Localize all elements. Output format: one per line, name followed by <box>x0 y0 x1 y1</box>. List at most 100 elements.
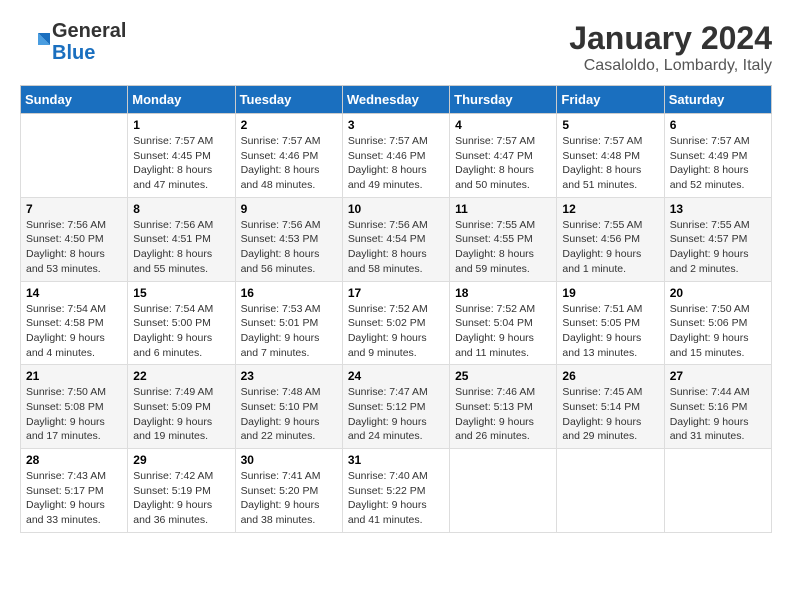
calendar-cell: 28 Sunrise: 7:43 AMSunset: 5:17 PMDayligh… <box>21 449 128 533</box>
day-number: 9 <box>241 202 337 216</box>
day-info: Sunrise: 7:56 AMSunset: 4:50 PMDaylight:… <box>26 218 122 277</box>
calendar-cell: 24 Sunrise: 7:47 AMSunset: 5:12 PMDayligh… <box>342 365 449 449</box>
day-info: Sunrise: 7:57 AMSunset: 4:49 PMDaylight:… <box>670 134 766 193</box>
day-info: Sunrise: 7:46 AMSunset: 5:13 PMDaylight:… <box>455 385 551 444</box>
day-info: Sunrise: 7:56 AMSunset: 4:54 PMDaylight:… <box>348 218 444 277</box>
logo-text-blue: Blue <box>52 42 126 64</box>
calendar-cell: 30 Sunrise: 7:41 AMSunset: 5:20 PMDayligh… <box>235 449 342 533</box>
day-info: Sunrise: 7:43 AMSunset: 5:17 PMDaylight:… <box>26 469 122 528</box>
day-info: Sunrise: 7:57 AMSunset: 4:45 PMDaylight:… <box>133 134 229 193</box>
calendar-cell: 25 Sunrise: 7:46 AMSunset: 5:13 PMDayligh… <box>450 365 557 449</box>
day-info: Sunrise: 7:52 AMSunset: 5:04 PMDaylight:… <box>455 302 551 361</box>
weekday-header-sunday: Sunday <box>21 86 128 114</box>
calendar-cell: 6 Sunrise: 7:57 AMSunset: 4:49 PMDaylight… <box>664 114 771 198</box>
calendar-cell: 13 Sunrise: 7:55 AMSunset: 4:57 PMDayligh… <box>664 197 771 281</box>
day-info: Sunrise: 7:57 AMSunset: 4:46 PMDaylight:… <box>241 134 337 193</box>
day-info: Sunrise: 7:57 AMSunset: 4:48 PMDaylight:… <box>562 134 658 193</box>
day-number: 19 <box>562 286 658 300</box>
calendar-cell: 22Sunrise: 7:49 AMSunset: 5:09 PMDayligh… <box>128 365 235 449</box>
calendar-cell: 3Sunrise: 7:57 AMSunset: 4:46 PMDaylight… <box>342 114 449 198</box>
day-info: Sunrise: 7:54 AMSunset: 5:00 PMDaylight:… <box>133 302 229 361</box>
calendar-week-row: 28 Sunrise: 7:43 AMSunset: 5:17 PMDayligh… <box>21 449 772 533</box>
day-info: Sunrise: 7:47 AMSunset: 5:12 PMDaylight:… <box>348 385 444 444</box>
logo-text-general: General <box>52 20 126 42</box>
day-number: 13 <box>670 202 766 216</box>
calendar-cell: 7 Sunrise: 7:56 AMSunset: 4:50 PMDaylight… <box>21 197 128 281</box>
calendar-cell: 26Sunrise: 7:45 AMSunset: 5:14 PMDayligh… <box>557 365 664 449</box>
day-info: Sunrise: 7:50 AMSunset: 5:08 PMDaylight:… <box>26 385 122 444</box>
weekday-header-saturday: Saturday <box>664 86 771 114</box>
day-number: 5 <box>562 118 658 132</box>
calendar-week-row: 21 Sunrise: 7:50 AMSunset: 5:08 PMDayligh… <box>21 365 772 449</box>
title-block: January 2024 Casaloldo, Lombardy, Italy <box>569 20 772 75</box>
weekday-header-friday: Friday <box>557 86 664 114</box>
calendar-cell: 31 Sunrise: 7:40 AMSunset: 5:22 PMDayligh… <box>342 449 449 533</box>
month-title: January 2024 <box>569 20 772 57</box>
calendar-cell: 8 Sunrise: 7:56 AMSunset: 4:51 PMDaylight… <box>128 197 235 281</box>
calendar-cell: 29Sunrise: 7:42 AMSunset: 5:19 PMDayligh… <box>128 449 235 533</box>
day-number: 25 <box>455 369 551 383</box>
logo-icon <box>20 31 50 53</box>
day-info: Sunrise: 7:49 AMSunset: 5:09 PMDaylight:… <box>133 385 229 444</box>
calendar-cell: 20 Sunrise: 7:50 AMSunset: 5:06 PMDayligh… <box>664 281 771 365</box>
day-info: Sunrise: 7:51 AMSunset: 5:05 PMDaylight:… <box>562 302 658 361</box>
day-info: Sunrise: 7:40 AMSunset: 5:22 PMDaylight:… <box>348 469 444 528</box>
calendar-cell: 27 Sunrise: 7:44 AMSunset: 5:16 PMDayligh… <box>664 365 771 449</box>
day-info: Sunrise: 7:41 AMSunset: 5:20 PMDaylight:… <box>241 469 337 528</box>
calendar-cell: 19 Sunrise: 7:51 AMSunset: 5:05 PMDayligh… <box>557 281 664 365</box>
day-number: 24 <box>348 369 444 383</box>
calendar-cell <box>557 449 664 533</box>
day-number: 11 <box>455 202 551 216</box>
calendar-header-row: SundayMondayTuesdayWednesdayThursdayFrid… <box>21 86 772 114</box>
calendar-cell <box>21 114 128 198</box>
day-number: 7 <box>26 202 122 216</box>
page-header: General Blue January 2024 Casaloldo, Lom… <box>20 20 772 75</box>
calendar-cell: 15 Sunrise: 7:54 AMSunset: 5:00 PMDayligh… <box>128 281 235 365</box>
calendar-cell <box>664 449 771 533</box>
day-info: Sunrise: 7:55 AMSunset: 4:56 PMDaylight:… <box>562 218 658 277</box>
day-number: 15 <box>133 286 229 300</box>
calendar-cell: 5 Sunrise: 7:57 AMSunset: 4:48 PMDaylight… <box>557 114 664 198</box>
day-info: Sunrise: 7:54 AMSunset: 4:58 PMDaylight:… <box>26 302 122 361</box>
day-info: Sunrise: 7:57 AMSunset: 4:47 PMDaylight:… <box>455 134 551 193</box>
day-number: 31 <box>348 453 444 467</box>
calendar-cell: 17Sunrise: 7:52 AMSunset: 5:02 PMDayligh… <box>342 281 449 365</box>
calendar-cell: 4Sunrise: 7:57 AMSunset: 4:47 PMDaylight… <box>450 114 557 198</box>
day-info: Sunrise: 7:55 AMSunset: 4:55 PMDaylight:… <box>455 218 551 277</box>
day-number: 10 <box>348 202 444 216</box>
weekday-header-thursday: Thursday <box>450 86 557 114</box>
day-number: 8 <box>133 202 229 216</box>
calendar-week-row: 14 Sunrise: 7:54 AMSunset: 4:58 PMDayligh… <box>21 281 772 365</box>
calendar-cell: 16Sunrise: 7:53 AMSunset: 5:01 PMDayligh… <box>235 281 342 365</box>
day-number: 1 <box>133 118 229 132</box>
calendar-cell: 11 Sunrise: 7:55 AMSunset: 4:55 PMDayligh… <box>450 197 557 281</box>
day-info: Sunrise: 7:45 AMSunset: 5:14 PMDaylight:… <box>562 385 658 444</box>
calendar-table: SundayMondayTuesdayWednesdayThursdayFrid… <box>20 85 772 533</box>
calendar-cell: 12Sunrise: 7:55 AMSunset: 4:56 PMDayligh… <box>557 197 664 281</box>
day-info: Sunrise: 7:44 AMSunset: 5:16 PMDaylight:… <box>670 385 766 444</box>
calendar-cell: 23 Sunrise: 7:48 AMSunset: 5:10 PMDayligh… <box>235 365 342 449</box>
day-info: Sunrise: 7:50 AMSunset: 5:06 PMDaylight:… <box>670 302 766 361</box>
day-number: 6 <box>670 118 766 132</box>
day-number: 21 <box>26 369 122 383</box>
day-info: Sunrise: 7:48 AMSunset: 5:10 PMDaylight:… <box>241 385 337 444</box>
day-number: 20 <box>670 286 766 300</box>
day-number: 30 <box>241 453 337 467</box>
day-info: Sunrise: 7:55 AMSunset: 4:57 PMDaylight:… <box>670 218 766 277</box>
calendar-cell: 2 Sunrise: 7:57 AMSunset: 4:46 PMDaylight… <box>235 114 342 198</box>
calendar-cell: 21 Sunrise: 7:50 AMSunset: 5:08 PMDayligh… <box>21 365 128 449</box>
day-number: 28 <box>26 453 122 467</box>
calendar-cell: 1 Sunrise: 7:57 AMSunset: 4:45 PMDaylight… <box>128 114 235 198</box>
day-number: 14 <box>26 286 122 300</box>
day-number: 27 <box>670 369 766 383</box>
day-info: Sunrise: 7:56 AMSunset: 4:51 PMDaylight:… <box>133 218 229 277</box>
day-number: 3 <box>348 118 444 132</box>
day-number: 23 <box>241 369 337 383</box>
weekday-header-wednesday: Wednesday <box>342 86 449 114</box>
calendar-cell <box>450 449 557 533</box>
day-number: 2 <box>241 118 337 132</box>
location-title: Casaloldo, Lombardy, Italy <box>569 57 772 75</box>
day-number: 16 <box>241 286 337 300</box>
calendar-cell: 14 Sunrise: 7:54 AMSunset: 4:58 PMDayligh… <box>21 281 128 365</box>
day-info: Sunrise: 7:52 AMSunset: 5:02 PMDaylight:… <box>348 302 444 361</box>
